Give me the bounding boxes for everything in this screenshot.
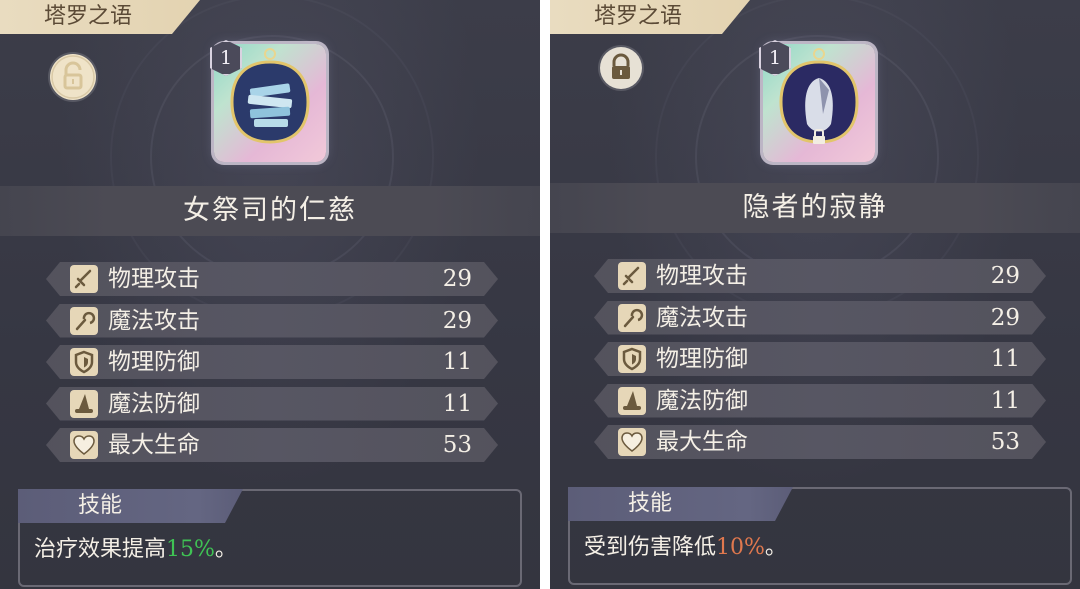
sword-icon <box>70 265 98 293</box>
stat-label: 最大生命 <box>108 432 200 458</box>
shield-icon <box>618 345 646 373</box>
stat-row-physical-attack: 物理攻击 29 <box>594 259 1046 293</box>
unlock-icon[interactable] <box>50 54 96 100</box>
wizard-hat-icon <box>618 387 646 415</box>
skill-highlight-value: 10% <box>716 535 765 560</box>
wizard-hat-icon <box>70 390 98 418</box>
stat-row-physical-defense: 物理防御 11 <box>46 345 498 379</box>
stat-row-magic-attack: 魔法攻击 29 <box>46 304 498 338</box>
stat-value: 11 <box>990 346 1020 372</box>
skill-highlight-value: 15% <box>166 537 215 562</box>
panel-tab-title: 塔罗之语 <box>0 0 200 34</box>
item-name: 隐者的寂静 <box>550 183 1080 233</box>
stat-label: 物理攻击 <box>108 266 200 292</box>
skill-title: 技能 <box>18 489 243 523</box>
stat-value: 29 <box>442 307 472 334</box>
tarot-item-card[interactable]: 1 <box>210 40 326 162</box>
skill-text-after: 。 <box>764 535 787 560</box>
stat-row-magic-attack: 魔法攻击 29 <box>594 301 1046 335</box>
stat-row-physical-defense: 物理防御 11 <box>594 342 1046 376</box>
stat-value: 53 <box>442 432 472 458</box>
stat-value: 53 <box>990 429 1020 455</box>
sword-icon <box>618 262 646 290</box>
skill-box: 技能 受到伤害降低10%。 <box>568 487 1072 585</box>
skill-text-before: 受到伤害降低 <box>584 535 717 560</box>
skill-text-after: 。 <box>214 537 237 562</box>
stat-label: 最大生命 <box>656 429 748 455</box>
stat-row-physical-attack: 物理攻击 29 <box>46 262 498 296</box>
stat-row-magic-defense: 魔法防御 11 <box>594 384 1046 418</box>
stat-label: 魔法防御 <box>656 387 748 414</box>
tarot-card-panel-right: 塔罗之语 1 隐者的寂静 物理攻击 29 魔法攻击 29 物理防御 11 魔法防… <box>550 0 1080 589</box>
stat-value: 29 <box>990 304 1020 331</box>
shield-icon <box>70 348 98 376</box>
stat-value: 29 <box>442 266 472 292</box>
stat-row-max-hp: 最大生命 53 <box>594 425 1046 459</box>
skill-box: 技能 治疗效果提高15%。 <box>18 489 522 587</box>
skill-title: 技能 <box>568 487 793 521</box>
stat-label: 魔法攻击 <box>656 304 748 331</box>
skill-description: 治疗效果提高15%。 <box>34 531 237 563</box>
stat-value: 11 <box>442 349 472 375</box>
staff-icon <box>70 307 98 335</box>
lock-icon[interactable] <box>600 47 642 89</box>
stat-label: 物理攻击 <box>656 263 748 289</box>
stat-row-magic-defense: 魔法防御 11 <box>46 387 498 421</box>
stat-value: 11 <box>990 387 1020 414</box>
stat-value: 29 <box>990 263 1020 289</box>
stat-label: 魔法防御 <box>108 390 200 417</box>
item-name: 女祭司的仁慈 <box>0 186 540 236</box>
stat-list: 物理攻击 29 魔法攻击 29 物理防御 11 魔法防御 11 最大生命 53 <box>46 262 498 470</box>
stat-label: 魔法攻击 <box>108 307 200 334</box>
tarot-card-panel-left: 塔罗之语 1 女祭司的仁慈 物理攻击 29 魔法攻击 29 物理防御 11 魔法… <box>0 0 540 589</box>
stat-value: 11 <box>442 390 472 417</box>
stat-list: 物理攻击 29 魔法攻击 29 物理防御 11 魔法防御 11 最大生命 53 <box>594 259 1046 467</box>
tarot-item-card[interactable]: 1 <box>759 40 875 162</box>
skill-description: 受到伤害降低10%。 <box>584 529 787 561</box>
stat-label: 物理防御 <box>656 346 748 372</box>
heart-icon <box>70 431 98 459</box>
heart-icon <box>618 428 646 456</box>
stat-label: 物理防御 <box>108 349 200 375</box>
stat-row-max-hp: 最大生命 53 <box>46 428 498 462</box>
panel-tab-title: 塔罗之语 <box>550 0 750 34</box>
staff-icon <box>618 304 646 332</box>
skill-text-before: 治疗效果提高 <box>34 537 167 562</box>
